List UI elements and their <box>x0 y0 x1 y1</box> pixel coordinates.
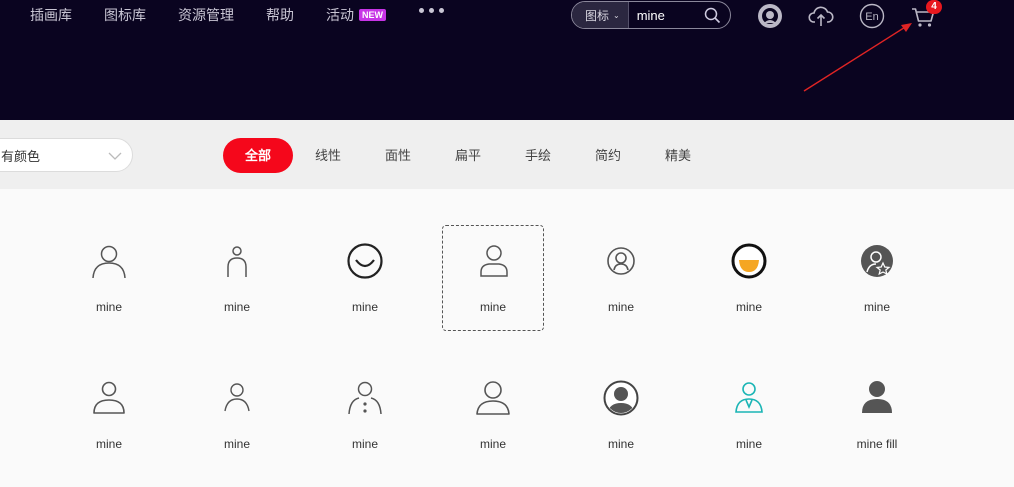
tab-exquisite[interactable]: 精美 <box>654 138 702 173</box>
user-thin-icon <box>224 383 250 412</box>
user-outline-icon <box>92 245 126 279</box>
icon-card[interactable]: mine <box>698 363 800 469</box>
icon-card[interactable]: mine <box>314 363 416 469</box>
color-filter-label: 有颜色 <box>1 148 41 164</box>
icon-label: mine fill <box>856 437 898 451</box>
tab-flat[interactable]: 扁平 <box>444 138 492 173</box>
nav-activities-label: 活动 <box>326 7 354 23</box>
annotation-arrow <box>803 23 912 92</box>
nav-illustrations[interactable]: 插画库 <box>30 5 72 25</box>
icon-label: mine <box>735 437 762 451</box>
icon-label: mine <box>95 300 122 314</box>
user-circle-icon <box>607 247 635 275</box>
tab-line[interactable]: 线性 <box>304 138 352 173</box>
chevron-down-icon: ⌄ <box>613 10 620 20</box>
user-slim-icon <box>227 246 247 277</box>
icon-card[interactable]: mine <box>570 226 672 332</box>
nav-resource-manage[interactable]: 资源管理 <box>178 5 234 25</box>
user-fill-icon <box>862 381 892 413</box>
icon-label: mine <box>735 300 762 314</box>
new-badge: NEW <box>359 9 386 21</box>
search-type-label: 图标 <box>585 8 610 23</box>
icon-card[interactable]: mine <box>442 363 544 469</box>
search-box: 图标 ⌄ <box>571 1 731 29</box>
user-star-icon <box>861 245 893 277</box>
icon-label: mine <box>223 300 250 314</box>
user-outline-icon <box>480 245 508 277</box>
nav-activities[interactable]: 活动 NEW <box>326 5 386 25</box>
icon-card[interactable]: mine <box>186 226 288 332</box>
cart-count-badge: 4 <box>926 0 942 14</box>
icon-label: mine <box>607 437 634 451</box>
user-outline-icon <box>476 381 510 415</box>
chevron-down-icon <box>108 152 122 160</box>
icon-label: mine <box>479 437 506 451</box>
tab-all[interactable]: 全部 <box>223 138 293 173</box>
icon-label: mine <box>863 300 890 314</box>
icon-card[interactable]: mine <box>186 363 288 469</box>
icon-card[interactable]: mine <box>698 226 800 332</box>
smile-face-icon <box>347 243 383 279</box>
icon-label: mine <box>223 437 250 451</box>
search-icon[interactable] <box>704 7 721 24</box>
icon-label: mine <box>351 437 378 451</box>
icon-card[interactable]: mine <box>58 226 160 332</box>
icon-card[interactable]: mine <box>314 226 416 332</box>
laughing-face-icon <box>731 243 767 279</box>
icon-label: mine <box>607 300 634 314</box>
user-tie-icon <box>735 382 763 413</box>
nav-icons[interactable]: 图标库 <box>104 5 146 25</box>
user-dots-icon <box>348 381 382 415</box>
icon-card[interactable]: mine <box>58 363 160 469</box>
user-avatar-circle-icon <box>603 380 639 416</box>
user-avatar-icon[interactable] <box>757 3 783 29</box>
top-header: 插画库 图标库 资源管理 帮助 活动NEW 图标⌄ En 4 <box>0 0 1014 120</box>
search-input[interactable] <box>636 7 707 23</box>
tab-hand-drawn[interactable]: 手绘 <box>514 138 562 173</box>
tab-fill[interactable]: 面性 <box>374 138 422 173</box>
user-outline-icon <box>93 381 125 414</box>
icon-card[interactable]: mine <box>826 226 928 332</box>
icon-label: mine <box>95 437 122 451</box>
filter-bar: 有颜色 全部 线性 面性 扁平 手绘 简约 精美 <box>0 120 1014 189</box>
icon-card[interactable]: mine fill <box>826 363 928 469</box>
nav-help[interactable]: 帮助 <box>266 5 294 25</box>
icon-card[interactable]: mine <box>570 363 672 469</box>
more-menu-icon[interactable] <box>419 8 444 13</box>
icon-label: mine <box>351 300 378 314</box>
tab-simple[interactable]: 简约 <box>584 138 632 173</box>
color-filter-select[interactable]: 有颜色 <box>0 138 133 172</box>
icon-card-selected[interactable]: mine <box>442 225 544 331</box>
icon-label: mine <box>479 300 506 314</box>
search-type-select[interactable]: 图标 ⌄ <box>572 2 629 28</box>
